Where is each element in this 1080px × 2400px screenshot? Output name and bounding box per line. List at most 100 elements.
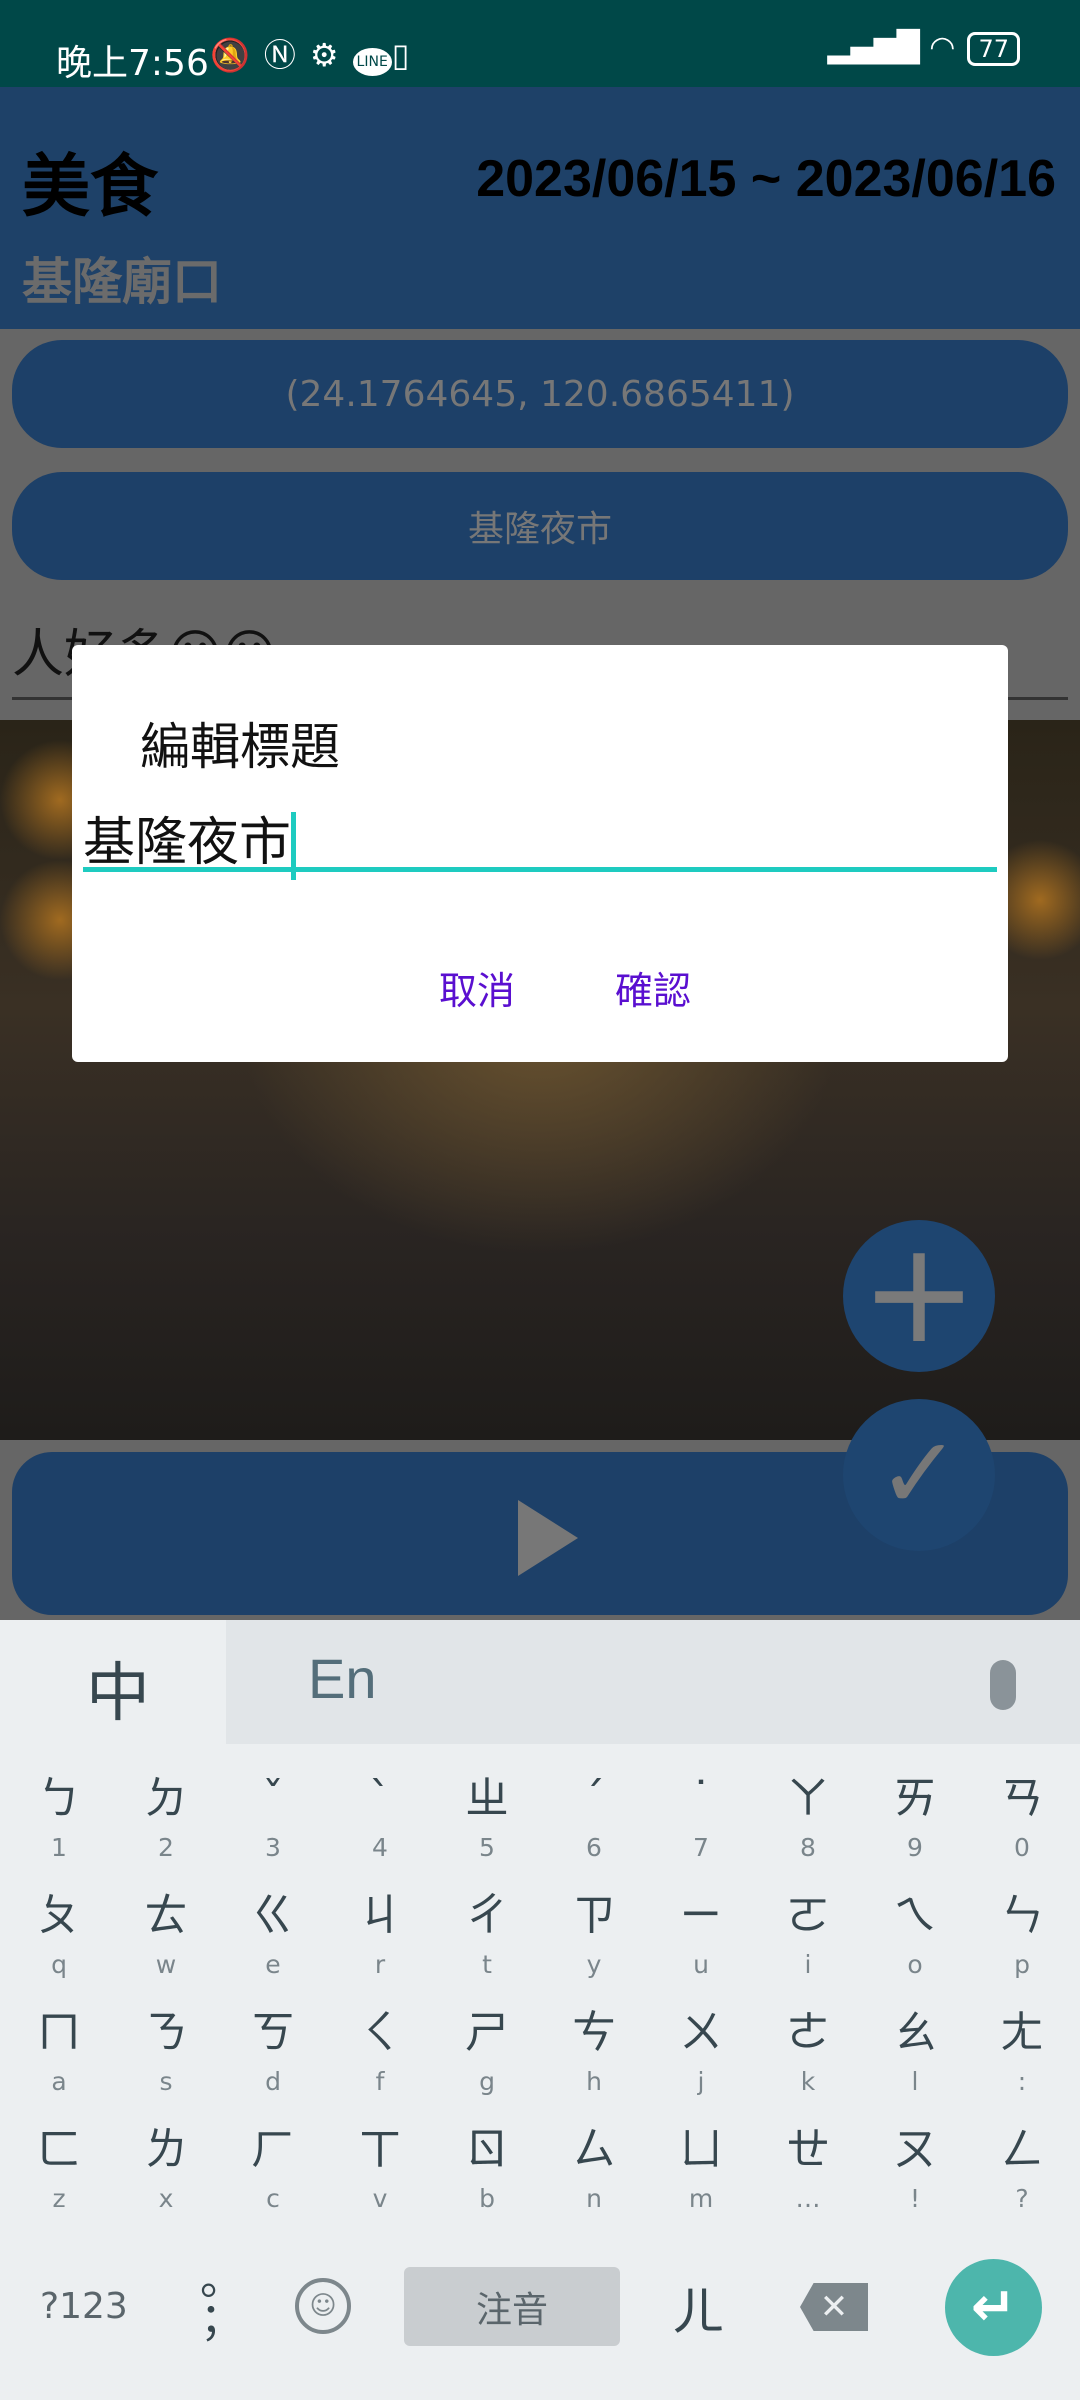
category-title: 美食 xyxy=(22,148,159,227)
system-icons: ▂▄▆█ ◠ 77 xyxy=(827,30,1020,66)
key-n[interactable]: ㄙn xyxy=(540,2121,648,2238)
settings-icon: ⚙ xyxy=(309,36,353,74)
key-t[interactable]: ㄔt xyxy=(433,1887,541,2004)
key-![interactable]: ㄡ! xyxy=(861,2121,969,2238)
key-hint: m xyxy=(688,2184,714,2213)
key-hint: 6 xyxy=(586,1833,602,1862)
microphone-icon[interactable] xyxy=(990,1660,1016,1710)
key-hint: 8 xyxy=(800,1833,816,1862)
coordinates-button[interactable]: (24.1764645, 120.6865411) xyxy=(12,340,1068,448)
key-symbol: ㄒ xyxy=(358,2124,402,2175)
key-i[interactable]: ㄛi xyxy=(754,1887,862,2004)
key-q[interactable]: ㄆq xyxy=(5,1887,113,2004)
key-9[interactable]: ㄞ9 xyxy=(861,1770,969,1887)
mute-icon: 🔕 xyxy=(210,36,264,74)
key-8[interactable]: ㄚ8 xyxy=(754,1770,862,1887)
key-:[interactable]: ㄤ: xyxy=(968,2004,1076,2121)
key-hint: k xyxy=(800,2067,816,2096)
key-symbol: ㄖ xyxy=(465,2124,509,2175)
key-j[interactable]: ㄨj xyxy=(647,2004,755,2121)
key-1[interactable]: ㄅ1 xyxy=(5,1770,113,1887)
key-6[interactable]: ˊ6 xyxy=(540,1770,648,1887)
key-hint: f xyxy=(375,2067,385,2096)
key-7[interactable]: ˙ 7 xyxy=(647,1770,755,1887)
battery-icon: 77 xyxy=(967,32,1020,66)
key-s[interactable]: ㄋs xyxy=(112,2004,220,2121)
key-0[interactable]: ㄢ0 xyxy=(968,1770,1076,1887)
key-u[interactable]: ㄧu xyxy=(647,1887,755,2004)
key-symbol: ㄈ xyxy=(37,2124,81,2175)
backspace-icon[interactable]: ✕ xyxy=(800,2283,868,2331)
status-bar: 晚上7:56 🔕Ⓝ⚙ LINE ▯ ▂▄▆█ ◠ 77 xyxy=(0,0,1080,87)
title-input[interactable]: 基隆夜市 xyxy=(83,800,997,880)
key-o[interactable]: ㄟo xyxy=(861,1887,969,2004)
key-symbol: ㄞ xyxy=(893,1773,937,1824)
symbols-key[interactable]: ?123 xyxy=(40,2286,128,2327)
key-b[interactable]: ㄖb xyxy=(433,2121,541,2238)
key-hint: v xyxy=(372,2184,388,2213)
key-x[interactable]: ㄌx xyxy=(112,2121,220,2238)
key-d[interactable]: ㄎd xyxy=(219,2004,327,2121)
key-symbol: ㄠ xyxy=(893,2007,937,2058)
english-mode-tab[interactable]: En xyxy=(308,1646,377,1711)
key-hint: u xyxy=(693,1950,709,1979)
key-symbol: ㄎ xyxy=(251,2007,295,2058)
play-icon xyxy=(518,1500,578,1576)
signal-icon: ▂▄▆█ xyxy=(827,30,920,65)
key-hint: s xyxy=(159,2067,173,2096)
key-hint: 0 xyxy=(1014,1833,1030,1862)
key-2[interactable]: ㄉ2 xyxy=(112,1770,220,1887)
key-k[interactable]: ㄜk xyxy=(754,2004,862,2121)
key-symbol: ㄛ xyxy=(786,1890,830,1941)
cancel-button[interactable]: 取消 xyxy=(439,960,515,1015)
key-hint: ? xyxy=(1015,2184,1029,2213)
key-hint: c xyxy=(266,2184,280,2213)
key-hint: l xyxy=(911,2067,919,2096)
confirm-button[interactable]: 確認 xyxy=(615,960,691,1015)
key-symbol: ㄙ xyxy=(572,2124,616,2175)
key-h[interactable]: ㄘh xyxy=(540,2004,648,2121)
key-hint: ! xyxy=(909,2184,921,2213)
key-v[interactable]: ㄒv xyxy=(326,2121,434,2238)
enter-key[interactable]: ↵ xyxy=(945,2259,1042,2356)
key-symbol: ㄏ xyxy=(251,2124,295,2175)
space-key[interactable]: 注音 xyxy=(404,2267,620,2346)
key-hint: w xyxy=(155,1950,177,1979)
key-5[interactable]: ㄓ5 xyxy=(433,1770,541,1887)
chinese-mode-tab[interactable]: 中 xyxy=(86,1642,150,1734)
key-symbol: ㄔ xyxy=(465,1890,509,1941)
place-title-button[interactable]: 基隆夜市 xyxy=(12,472,1068,580)
key-g[interactable]: ㄕg xyxy=(433,2004,541,2121)
key-l[interactable]: ㄠl xyxy=(861,2004,969,2121)
edit-title-dialog: 編輯標題 基隆夜市 取消 確認 xyxy=(72,645,1008,1062)
key-c[interactable]: ㄏc xyxy=(219,2121,327,2238)
key-symbol: ˇ xyxy=(262,1773,284,1824)
key-hint: t xyxy=(482,1950,492,1979)
punctuation-key[interactable]: 。； xyxy=(200,2258,244,2342)
key-m[interactable]: ㄩm xyxy=(647,2121,755,2238)
key-?[interactable]: ㄥ? xyxy=(968,2121,1076,2238)
status-time: 晚上7:56 xyxy=(56,43,209,84)
key-p[interactable]: ㄣp xyxy=(968,1887,1076,2004)
add-fab[interactable]: + xyxy=(843,1220,995,1372)
emoji-icon[interactable]: ☺ xyxy=(295,2278,351,2334)
key-4[interactable]: ˋ4 xyxy=(326,1770,434,1887)
key-a[interactable]: ㄇa xyxy=(5,2004,113,2121)
key-y[interactable]: ㄗy xyxy=(540,1887,648,2004)
key-w[interactable]: ㄊw xyxy=(112,1887,220,2004)
key-…[interactable]: ㄝ… xyxy=(754,2121,862,2238)
key-hint: y xyxy=(586,1950,602,1979)
key-symbol: ㄕ xyxy=(465,2007,509,2058)
notification-icons: 🔕Ⓝ⚙ LINE ▯ xyxy=(210,30,423,76)
key-3[interactable]: ˇ3 xyxy=(219,1770,327,1887)
key-hint: e xyxy=(265,1950,281,1979)
confirm-fab[interactable]: ✓ xyxy=(843,1399,995,1551)
key-e[interactable]: ㄍe xyxy=(219,1887,327,2004)
key-z[interactable]: ㄈz xyxy=(5,2121,113,2238)
er-key[interactable]: ㄦ xyxy=(672,2270,724,2345)
key-f[interactable]: ㄑf xyxy=(326,2004,434,2121)
key-symbol: ㄍ xyxy=(251,1890,295,1941)
key-hint: n xyxy=(586,2184,602,2213)
date-range: 2023/06/15 ~ 2023/06/16 xyxy=(476,150,1056,208)
key-r[interactable]: ㄐr xyxy=(326,1887,434,2004)
